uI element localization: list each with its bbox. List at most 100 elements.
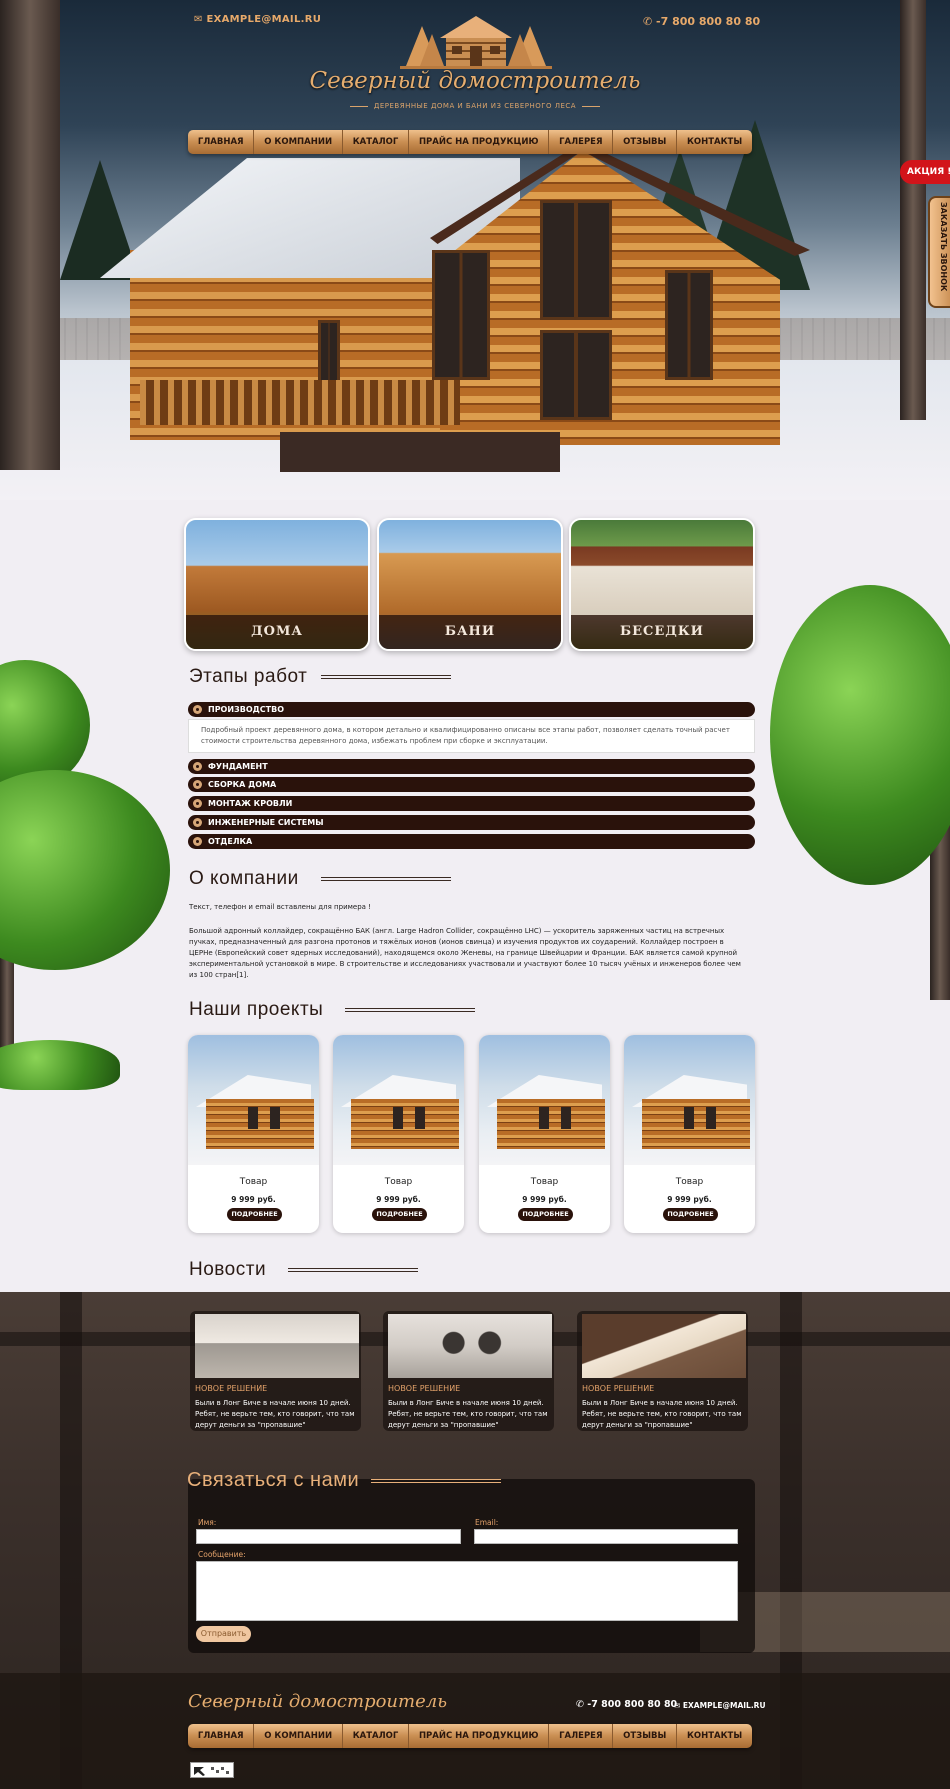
footer-nav-item-about[interactable]: О КОМПАНИИ (254, 1724, 343, 1748)
page: ✉ EXAMPLE@MAIL.RU ✆ -7 800 800 80 80 Сев… (0, 0, 950, 1789)
heading-divider (321, 675, 452, 679)
category-label: БАНИ (379, 615, 561, 649)
project-price: 9 999 руб. (522, 1195, 567, 1204)
house-window (540, 330, 612, 420)
header-phone[interactable]: ✆ -7 800 800 80 80 (643, 15, 760, 28)
nav-item-reviews[interactable]: ОТЗЫВЫ (613, 130, 678, 154)
footer-logo[interactable]: Северный домостроитель (188, 1691, 447, 1712)
contact-heading-text: Связаться с нами (187, 1469, 360, 1491)
news-title[interactable]: НОВОЕ РЕШЕНИЕ (195, 1384, 267, 1393)
nav-item-home[interactable]: ГЛАВНАЯ (188, 130, 255, 154)
tree-trunk-image (900, 0, 926, 420)
accordion-item-engineering[interactable]: ИНЖЕНЕРНЫЕ СИСТЕМЫ (188, 815, 755, 830)
header-email[interactable]: ✉ EXAMPLE@MAIL.RU (194, 14, 321, 25)
house-porch (140, 380, 460, 425)
news-heading: Новости (189, 1259, 419, 1281)
project-card[interactable]: Товар 9 999 руб. ПОДРОБНЕЕ (479, 1035, 610, 1233)
project-price: 9 999 руб. (667, 1195, 712, 1204)
logo-subtitle: ДЕРЕВЯННЫЕ ДОМА И БАНИ ИЗ СЕВЕРНОГО ЛЕСА (300, 102, 650, 110)
category-label: ДОМА (186, 615, 368, 649)
footer-nav-item-price[interactable]: ПРАЙС НА ПРОДУКЦИЮ (409, 1724, 550, 1748)
news-card[interactable]: НОВОЕ РЕШЕНИЕ Были в Лонг Биче в начале … (577, 1311, 748, 1431)
footer-nav-item-catalog[interactable]: КАТАЛОГ (343, 1724, 410, 1748)
header-phone-text: -7 800 800 80 80 (656, 15, 761, 28)
news-card[interactable]: НОВОЕ РЕШЕНИЕ Были в Лонг Биче в начале … (190, 1311, 361, 1431)
contact-heading: Связаться с нами (187, 1469, 502, 1492)
main-nav: ГЛАВНАЯ О КОМПАНИИ КАТАЛОГ ПРАЙС НА ПРОД… (188, 130, 752, 154)
news-image (582, 1314, 746, 1378)
nav-item-gallery[interactable]: ГАЛЕРЕЯ (549, 130, 614, 154)
tree-trunk-image (0, 0, 60, 470)
project-details-button[interactable]: ПОДРОБНЕЕ (518, 1208, 573, 1221)
accordion-item-roofing[interactable]: МОНТАЖ КРОВЛИ (188, 796, 755, 811)
header-email-text: EXAMPLE@MAIL.RU (206, 14, 322, 25)
news-title[interactable]: НОВОЕ РЕШЕНИЕ (582, 1384, 654, 1393)
email-label: Email: (475, 1518, 499, 1527)
logo-cabin-icon (400, 16, 552, 69)
news-title[interactable]: НОВОЕ РЕШЕНИЕ (388, 1384, 460, 1393)
category-card-baths[interactable]: БАНИ (377, 518, 563, 651)
logo-title[interactable]: Северный домостроитель (300, 68, 650, 94)
project-image (479, 1035, 610, 1165)
project-card[interactable]: Товар 9 999 руб. ПОДРОБНЕЕ (188, 1035, 319, 1233)
nav-item-about[interactable]: О КОМПАНИИ (254, 130, 343, 154)
about-text: Большой адронный коллайдер, сокращённо Б… (189, 927, 741, 979)
visit-counter-icon[interactable] (190, 1762, 234, 1778)
project-details-button[interactable]: ПОДРОБНЕЕ (372, 1208, 427, 1221)
accordion-item-foundation[interactable]: ФУНДАМЕНТ (188, 759, 755, 774)
hero-section: ✉ EXAMPLE@MAIL.RU ✆ -7 800 800 80 80 Сев… (0, 0, 950, 500)
heading-divider (371, 1478, 502, 1483)
nav-item-catalog[interactable]: КАТАЛОГ (343, 130, 410, 154)
footer-email[interactable]: ✉ EXAMPLE@MAIL.RU (674, 1701, 766, 1710)
promo-badge[interactable]: АКЦИЯ ! (900, 160, 950, 184)
projects-heading-text: Наши проекты (189, 999, 324, 1020)
about-heading-text: О компании (189, 868, 299, 889)
callback-tab[interactable]: ЗАКАЗАТЬ ЗВОНОК (928, 196, 950, 308)
project-card[interactable]: Товар 9 999 руб. ПОДРОБНЕЕ (624, 1035, 755, 1233)
project-details-button[interactable]: ПОДРОБНЕЕ (663, 1208, 718, 1221)
accordion-item-production[interactable]: ПРОИЗВОДСТВО (188, 702, 755, 717)
accordion-item-finishing[interactable]: ОТДЕЛКА (188, 834, 755, 849)
news-image (195, 1314, 359, 1378)
counter-graphic-icon (194, 1767, 229, 1776)
name-input[interactable] (196, 1529, 461, 1544)
house-window (540, 200, 612, 320)
news-text: Были в Лонг Биче в начале июня 10 дней. … (195, 1399, 355, 1429)
nav-item-price[interactable]: ПРАЙС НА ПРОДУКЦИЮ (409, 130, 550, 154)
footer-nav-item-gallery[interactable]: ГАЛЕРЕЯ (549, 1724, 614, 1748)
stages-heading: Этапы работ (189, 666, 452, 688)
email-input[interactable] (474, 1529, 738, 1544)
tree-image-right (770, 585, 950, 885)
project-name: Товар (530, 1177, 559, 1187)
footer-phone[interactable]: ✆ -7 800 800 80 80 (576, 1699, 677, 1710)
project-name: Товар (384, 1177, 413, 1187)
heading-divider (320, 877, 451, 881)
project-card[interactable]: Товар 9 999 руб. ПОДРОБНЕЕ (333, 1035, 464, 1233)
project-image (333, 1035, 464, 1165)
accordion-item-assembly[interactable]: СБОРКА ДОМА (188, 777, 755, 792)
news-heading-text: Новости (189, 1259, 267, 1280)
footer-nav-item-contacts[interactable]: КОНТАКТЫ (677, 1724, 752, 1748)
footer-nav-item-reviews[interactable]: ОТЗЫВЫ (613, 1724, 678, 1748)
footer-nav-item-home[interactable]: ГЛАВНАЯ (188, 1724, 255, 1748)
project-image (624, 1035, 755, 1165)
house-deck (280, 432, 560, 472)
category-label: БЕСЕДКИ (571, 615, 753, 649)
category-card-houses[interactable]: ДОМА (184, 518, 370, 651)
accordion-content: Подробный проект деревянного дома, в кот… (188, 719, 755, 753)
footer-nav: ГЛАВНАЯ О КОМПАНИИ КАТАЛОГ ПРАЙС НА ПРОД… (188, 1724, 752, 1748)
message-textarea[interactable] (196, 1561, 738, 1621)
news-image (388, 1314, 552, 1378)
submit-button[interactable]: Отправить (196, 1626, 251, 1642)
house-window (665, 270, 713, 380)
category-card-gazebos[interactable]: БЕСЕДКИ (569, 518, 755, 651)
project-price: 9 999 руб. (376, 1195, 421, 1204)
project-details-button[interactable]: ПОДРОБНЕЕ (227, 1208, 282, 1221)
callback-tab-label: ЗАКАЗАТЬ ЗВОНОК (939, 202, 948, 292)
news-card[interactable]: НОВОЕ РЕШЕНИЕ Были в Лонг Биче в начале … (383, 1311, 554, 1431)
nav-item-contacts[interactable]: КОНТАКТЫ (677, 130, 752, 154)
project-image (188, 1035, 319, 1165)
tree-image-left (0, 770, 170, 970)
name-label: Имя: (198, 1518, 217, 1527)
project-name: Товар (675, 1177, 704, 1187)
